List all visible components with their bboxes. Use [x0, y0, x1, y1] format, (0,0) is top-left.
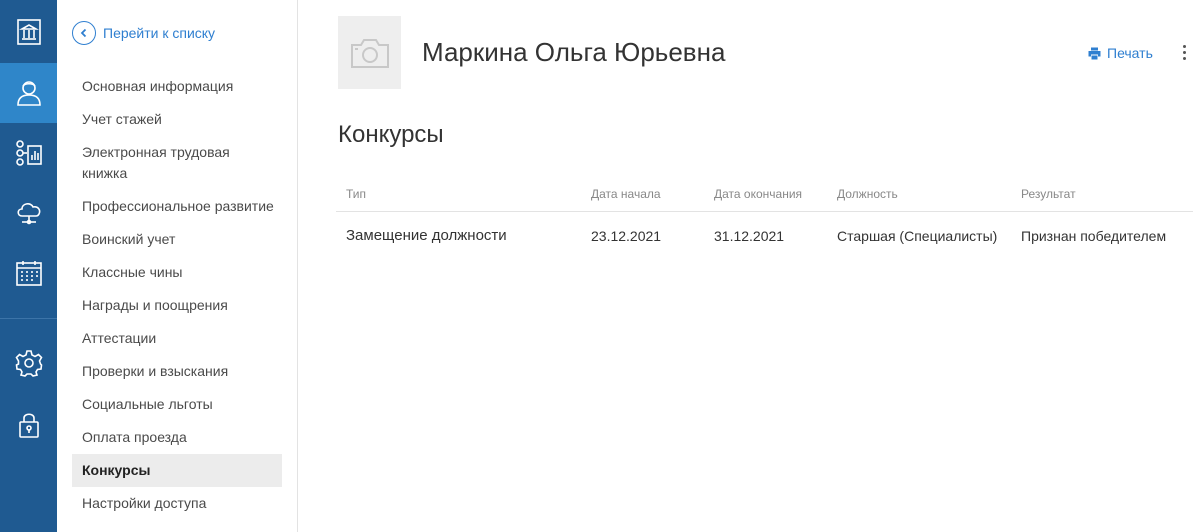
rail-item-security[interactable] [0, 394, 57, 454]
section-title: Конкурсы [338, 121, 444, 148]
nav-item-employment-record[interactable]: Электронная трудовая книжка [72, 136, 282, 190]
kebab-menu-icon [1182, 44, 1186, 48]
cloud-network-icon [16, 203, 40, 225]
avatar[interactable] [338, 16, 401, 89]
camera-icon [350, 38, 389, 68]
nav-item-certifications[interactable]: Аттестации [72, 322, 282, 355]
cell-end-date: 31.12.2021 [714, 228, 785, 244]
rail-item-structure[interactable] [0, 123, 57, 183]
competitions-table: Тип Дата начала Дата окончания Должность… [336, 176, 1193, 260]
nav-item-social-benefits[interactable]: Социальные льготы [72, 388, 282, 421]
nav-item-professional-development[interactable]: Профессиональное развитие [72, 190, 282, 223]
printer-icon [1088, 47, 1101, 59]
lock-icon [18, 413, 39, 438]
app: Перейти к списку Основная информация Уче… [0, 0, 1193, 532]
rail-item-settings[interactable] [0, 333, 57, 393]
nav-item-competitions[interactable]: Конкурсы [72, 454, 282, 487]
rail-divider [0, 318, 57, 319]
calendar-icon [15, 261, 42, 286]
rail-item-institution[interactable] [0, 2, 57, 62]
table-row[interactable]: Замещение должности 23.12.2021 31.12.202… [336, 212, 1193, 260]
nav-item-basic-info[interactable]: Основная информация [72, 70, 282, 103]
table-header: Тип Дата начала Дата окончания Должность… [336, 176, 1193, 212]
person-name: Маркина Ольга Юрьевна [422, 37, 726, 67]
section-navigation: Перейти к списку Основная информация Уче… [57, 0, 298, 532]
column-header-start-date[interactable]: Дата начала [591, 187, 661, 201]
nav-list: Основная информация Учет стажей Электрон… [72, 70, 282, 520]
more-options-button[interactable] [1180, 42, 1188, 62]
nav-item-seniority[interactable]: Учет стажей [72, 103, 282, 136]
back-to-list-link[interactable]: Перейти к списку [72, 21, 215, 45]
rail-item-cloud[interactable] [0, 182, 57, 242]
column-header-end-date[interactable]: Дата окончания [714, 187, 802, 201]
nav-item-access-settings[interactable]: Настройки доступа [72, 487, 282, 520]
column-header-result[interactable]: Результат [1021, 187, 1076, 201]
column-header-position[interactable]: Должность [837, 187, 898, 201]
nav-item-military-registration[interactable]: Воинский учет [72, 223, 282, 256]
kebab-dot [1182, 56, 1186, 60]
rail-item-personnel[interactable] [0, 63, 57, 123]
org-chart-icon [15, 140, 42, 166]
user-icon [16, 81, 41, 106]
nav-item-class-ranks[interactable]: Классные чины [72, 256, 282, 289]
nav-item-inspections[interactable]: Проверки и взыскания [72, 355, 282, 388]
cell-result: Признан победителем [1021, 228, 1167, 244]
cell-start-date: 23.12.2021 [591, 228, 662, 244]
institution-icon [16, 19, 41, 45]
print-button[interactable]: Печать [1088, 45, 1153, 61]
back-to-list-label: Перейти к списку [103, 25, 216, 41]
cell-type: Замещение должности [346, 227, 507, 244]
main-content: Маркина Ольга Юрьевна Печать Конкурсы Ти… [298, 0, 1193, 532]
nav-item-travel-payment[interactable]: Оплата проезда [72, 421, 282, 454]
column-header-type[interactable]: Тип [346, 187, 366, 201]
icon-rail [0, 0, 57, 532]
kebab-dot [1182, 50, 1186, 54]
nav-item-awards[interactable]: Награды и поощрения [72, 289, 282, 322]
cell-position: Старшая (Специалисты) [837, 228, 998, 244]
chevron-left-icon [72, 21, 96, 45]
gear-icon [15, 350, 42, 377]
rail-item-calendar[interactable] [0, 243, 57, 303]
print-label: Печать [1107, 45, 1153, 61]
